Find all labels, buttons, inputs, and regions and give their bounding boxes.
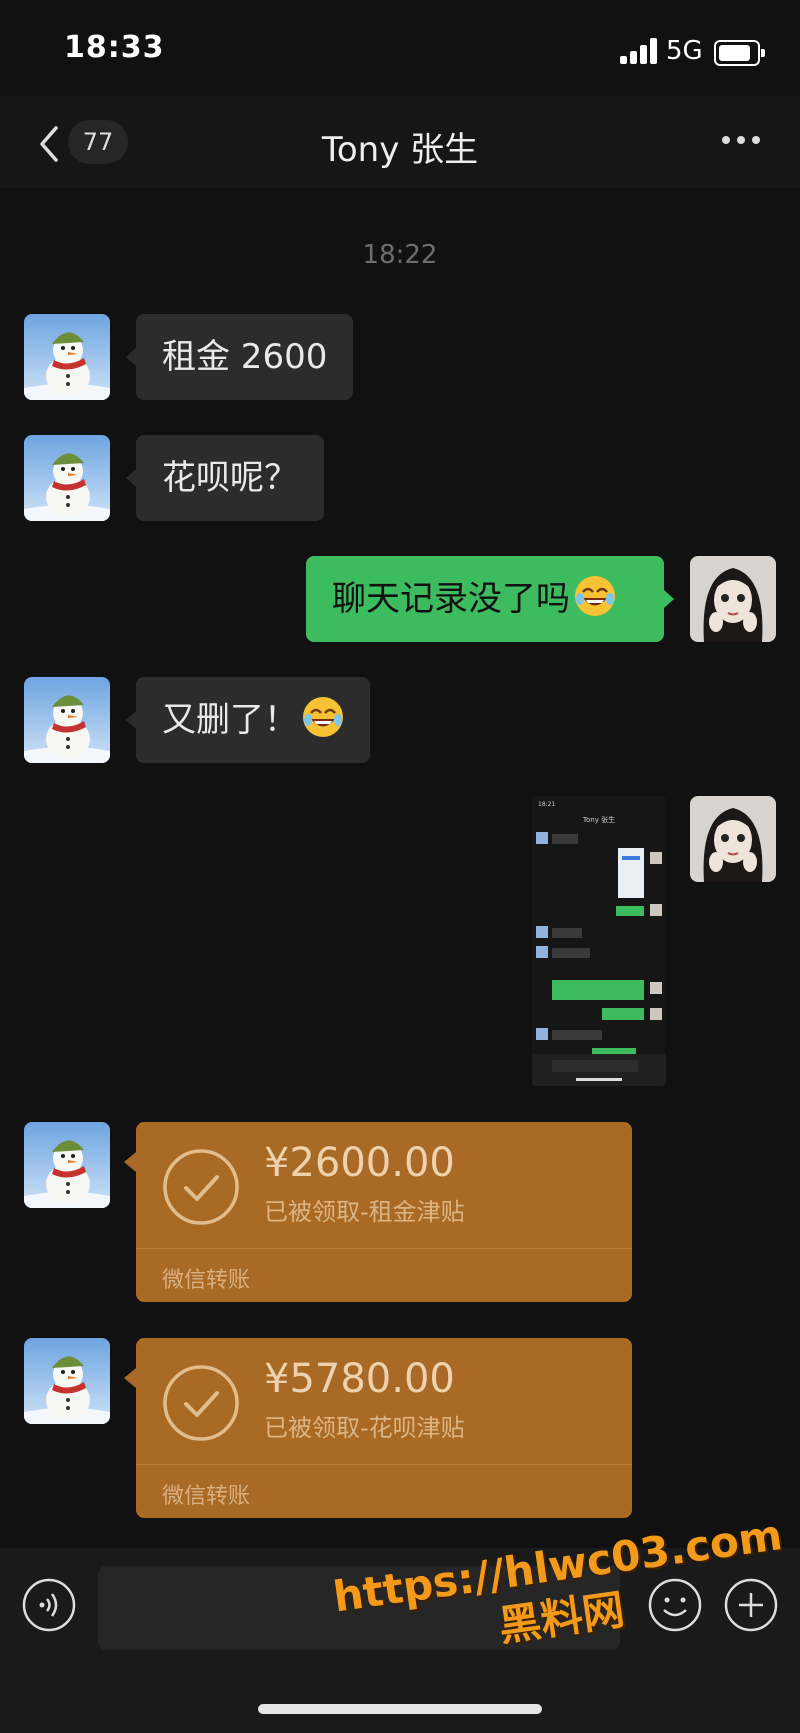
snowman-avatar-image bbox=[24, 677, 110, 763]
contact-avatar[interactable] bbox=[24, 314, 110, 400]
message-bubble-incoming[interactable]: 又删了！ bbox=[126, 677, 370, 763]
contact-avatar[interactable] bbox=[24, 677, 110, 763]
girl-avatar-image bbox=[690, 556, 776, 642]
transfer-brand-label: 微信转账 bbox=[162, 1484, 251, 1509]
tears-of-joy-emoji-icon bbox=[574, 575, 616, 617]
wechat-transfer-card[interactable]: ¥2600.00 已被领取-租金津贴 微信转账 bbox=[124, 1122, 632, 1302]
message-text: 聊天记录没了吗 bbox=[332, 579, 570, 619]
status-time: 18:33 bbox=[64, 30, 165, 65]
svg-text:Tony 张生: Tony 张生 bbox=[582, 815, 615, 824]
chat-screenshot-thumbnail: 18:21 Tony 张生 bbox=[532, 796, 666, 1086]
snowman-avatar-image bbox=[24, 435, 110, 521]
snowman-avatar-image bbox=[24, 314, 110, 400]
more-options-icon[interactable] bbox=[722, 134, 762, 148]
home-indicator bbox=[258, 1704, 542, 1714]
transfer-note: 已被领取-租金津贴 bbox=[264, 1198, 465, 1226]
card-divider bbox=[136, 1248, 632, 1249]
tears-of-joy-emoji-icon bbox=[302, 696, 344, 738]
transfer-amount: ¥2600.00 bbox=[264, 1140, 455, 1186]
signal-icon bbox=[620, 38, 658, 64]
transfer-brand-label: 微信转账 bbox=[162, 1268, 251, 1293]
chat-timestamp: 18:22 bbox=[362, 240, 438, 270]
network-label: 5G bbox=[666, 36, 703, 66]
message-bubble-outgoing[interactable]: 聊天记录没了吗 bbox=[306, 556, 674, 642]
wechat-transfer-card[interactable]: ¥5780.00 已被领取-花呗津贴 微信转账 bbox=[124, 1338, 632, 1518]
transfer-amount: ¥5780.00 bbox=[264, 1356, 455, 1402]
contact-avatar[interactable] bbox=[24, 435, 110, 521]
received-check-icon bbox=[163, 1365, 239, 1441]
girl-avatar-image bbox=[690, 796, 776, 882]
card-divider bbox=[136, 1464, 632, 1465]
self-avatar[interactable] bbox=[690, 796, 776, 882]
transfer-note: 已被领取-花呗津贴 bbox=[264, 1414, 465, 1442]
snowman-avatar-image bbox=[24, 1338, 110, 1424]
message-bubble-incoming[interactable]: 花呗呢？ bbox=[126, 435, 324, 521]
message-bubble-incoming[interactable]: 租金 2600 bbox=[125, 314, 354, 400]
battery-icon bbox=[714, 40, 765, 66]
svg-text:18:21: 18:21 bbox=[538, 801, 555, 808]
self-avatar[interactable] bbox=[690, 556, 776, 642]
contact-avatar[interactable] bbox=[24, 1122, 110, 1208]
contact-avatar[interactable] bbox=[24, 1338, 110, 1424]
message-text: 又删了！ bbox=[162, 700, 298, 740]
chat-title[interactable]: Tony 张生 bbox=[0, 122, 800, 171]
voice-input-icon[interactable] bbox=[22, 1578, 76, 1632]
received-check-icon bbox=[163, 1149, 239, 1225]
snowman-avatar-image bbox=[24, 1122, 110, 1208]
screenshot-image-message[interactable]: 18:21 Tony 张生 bbox=[532, 796, 666, 1086]
